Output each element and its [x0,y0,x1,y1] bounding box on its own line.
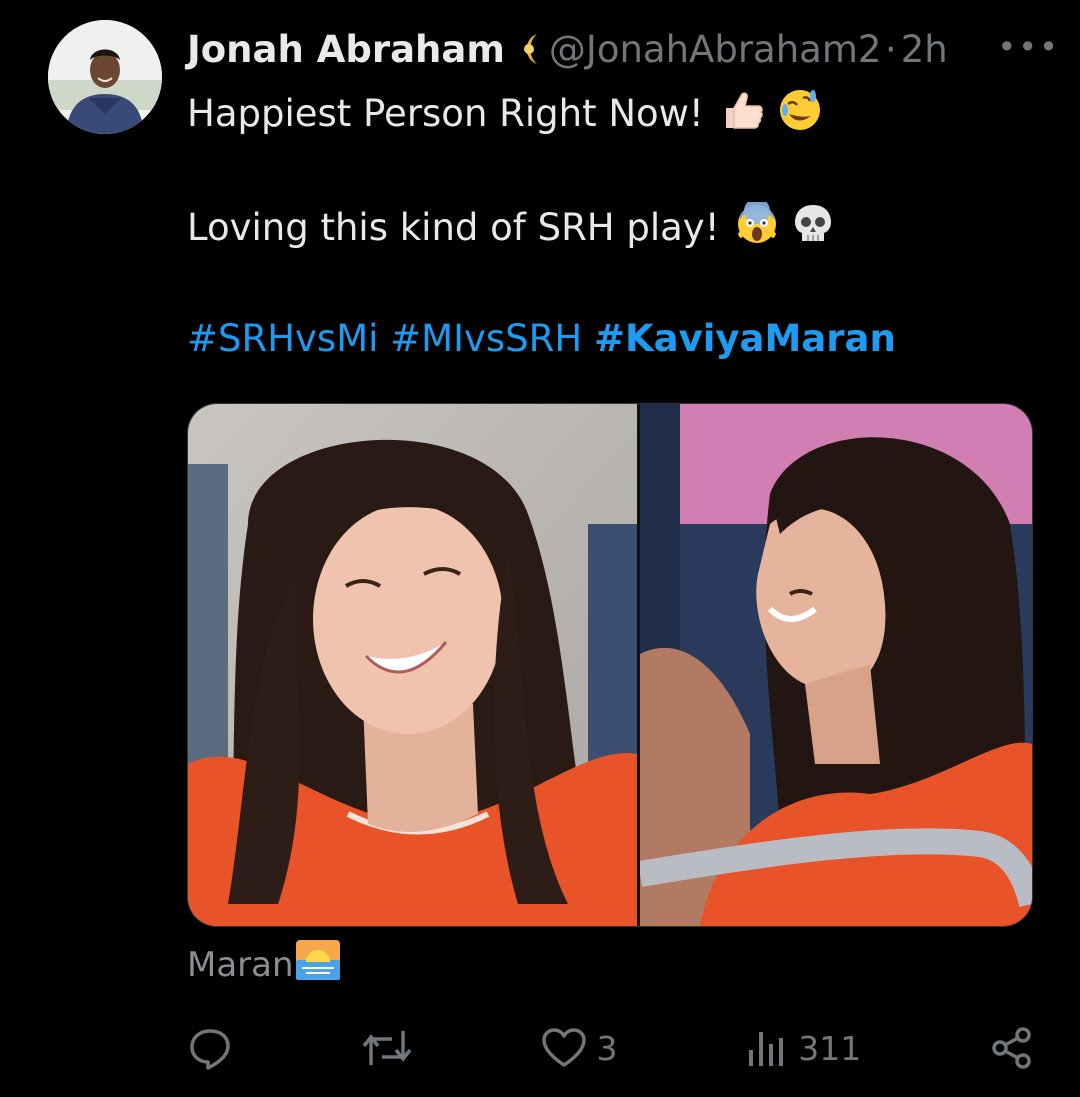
share-button[interactable] [990,1026,1034,1070]
author-handle[interactable]: @JonahAbraham2 [549,28,881,71]
author-avatar[interactable] [48,20,162,134]
tweet-text: Happiest Person Right Now! [187,92,704,135]
retweet-button[interactable] [362,1025,412,1071]
hashtag-mivssrh[interactable]: #MIvsSRH [390,317,582,360]
tweet-header: Jonah Abraham @JonahAbraham2 · 2h ••• [187,26,1060,72]
tweet-time[interactable]: 2h [901,28,948,71]
views-icon [746,1028,788,1068]
hashtag-line: #SRHvsMi #MIvsSRH #KaviyaMaran [187,316,896,362]
like-button[interactable]: 3 [541,1027,618,1069]
media-caption: Maran [187,940,340,989]
media-photo-left[interactable] [188,404,637,926]
tweet-text-line-2: Loving this kind of SRH play! [187,198,835,257]
media-photo-right[interactable] [640,404,1032,926]
hashtag-kaviyamaran[interactable]: #KaviyaMaran [594,317,896,360]
tweet-actions: 3 311 [187,1020,1034,1076]
screaming-face-emoji-icon [735,198,779,257]
views-button[interactable]: 311 [746,1028,861,1068]
like-count: 3 [596,1028,618,1068]
thumbs-up-emoji-icon [720,88,766,143]
rolling-on-floor-laughing-emoji-icon [777,88,823,143]
verified-badge-icon [517,30,541,68]
more-options-icon[interactable]: ••• [997,28,1060,66]
views-count: 311 [798,1028,862,1068]
separator-dot: · [884,27,897,71]
sunrise-emoji-icon [295,940,340,989]
skull-emoji-icon [791,202,835,257]
reply-button[interactable] [187,1025,233,1071]
retweet-icon [362,1025,412,1071]
tweet-text-line-1: Happiest Person Right Now! [187,88,823,143]
tweet-text: Loving this kind of SRH play! [187,206,720,249]
heart-icon [541,1027,587,1069]
caption-text: Maran [187,945,294,985]
share-icon [990,1026,1034,1070]
hashtag-srhvsmi[interactable]: #SRHvsMi [187,317,378,360]
reply-icon [187,1025,233,1071]
author-name[interactable]: Jonah Abraham [187,28,505,71]
tweet-media[interactable] [187,403,1033,927]
